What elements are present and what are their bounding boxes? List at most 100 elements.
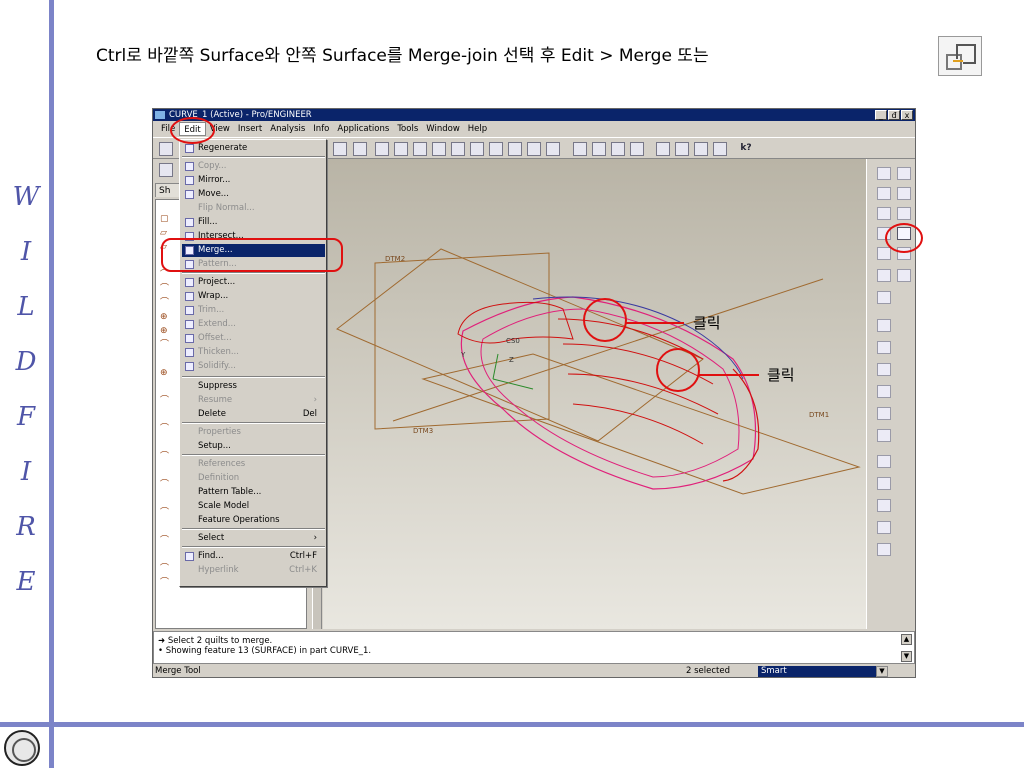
view-manager-icon[interactable] <box>546 142 560 156</box>
tree-item[interactable]: ⌒ <box>160 578 180 588</box>
menu-item-solidify[interactable]: Solidify... <box>182 360 325 373</box>
datum-plane-tool-icon[interactable] <box>877 167 891 180</box>
menu-item-select[interactable]: Select › <box>182 532 325 545</box>
tree-item[interactable]: ⌒ <box>160 536 180 546</box>
close-button[interactable]: x <box>901 110 913 120</box>
menu-item-pattern-table[interactable]: Pattern Table... <box>182 486 325 499</box>
menu-item-wrap[interactable]: Wrap... <box>182 290 325 303</box>
menu-item-references[interactable]: References <box>182 458 325 471</box>
hidden-line-icon[interactable] <box>592 142 606 156</box>
menu-analysis[interactable]: Analysis <box>266 122 309 136</box>
menu-insert[interactable]: Insert <box>234 122 266 136</box>
scroll-up-icon[interactable]: ▲ <box>901 634 912 645</box>
draft-tool-icon[interactable] <box>877 385 891 398</box>
menu-item-properties[interactable]: Properties <box>182 426 325 439</box>
scroll-down-icon[interactable]: ▼ <box>901 651 912 662</box>
menu-item-definition[interactable]: Definition <box>182 472 325 485</box>
tree-item[interactable]: ⊕ <box>160 368 180 378</box>
tree-item[interactable]: ⌒ <box>160 298 180 308</box>
spin-center-icon[interactable] <box>394 142 408 156</box>
context-help-icon[interactable]: k? <box>739 142 753 156</box>
revolve-tool-icon[interactable] <box>877 477 891 490</box>
style-tool-icon[interactable] <box>877 543 891 556</box>
menu-item-extend[interactable]: Extend... <box>182 318 325 331</box>
zoom-out-icon[interactable] <box>451 142 465 156</box>
hole-tool-icon[interactable] <box>877 319 891 332</box>
no-hidden-icon[interactable] <box>611 142 625 156</box>
menu-item-feature-operations[interactable]: Feature Operations <box>182 514 325 527</box>
menu-item-find[interactable]: Find... Ctrl+F <box>182 550 325 563</box>
menu-tools[interactable]: Tools <box>393 122 422 136</box>
tree-options-icon[interactable] <box>159 163 173 177</box>
menu-item-scale-model[interactable]: Scale Model <box>182 500 325 513</box>
rib-tool-icon[interactable] <box>877 363 891 376</box>
pattern-tool-icon[interactable] <box>897 269 911 282</box>
edit-tool-icon[interactable] <box>897 167 911 180</box>
datum-axis-tool-icon[interactable] <box>877 187 891 200</box>
tree-item[interactable]: ⌒ <box>160 452 180 462</box>
tree-item[interactable]: ▢ <box>160 214 180 224</box>
open-icon[interactable] <box>333 142 347 156</box>
shading-icon[interactable] <box>630 142 644 156</box>
tree-item[interactable]: ⌒ <box>160 508 180 518</box>
selection-filter-select[interactable]: Smart <box>758 666 876 677</box>
menu-item-project[interactable]: Project... <box>182 276 325 289</box>
menu-item-setup[interactable]: Setup... <box>182 440 325 453</box>
menu-item-fill[interactable]: Fill... <box>182 216 325 229</box>
reorient-icon[interactable] <box>489 142 503 156</box>
coordinate-systems-icon[interactable] <box>713 142 727 156</box>
graphics-viewport[interactable]: DTM2 DTM3 DTM1 CS0 Y Z <box>323 159 866 629</box>
mirror-tool-icon[interactable] <box>897 187 911 200</box>
round-tool-icon[interactable] <box>877 407 891 420</box>
maximize-button[interactable]: đ <box>888 110 900 120</box>
extrude-tool-icon[interactable] <box>877 455 891 468</box>
refit-icon[interactable] <box>470 142 484 156</box>
menu-item-hyperlink[interactable]: Hyperlink Ctrl+K <box>182 564 325 577</box>
minimize-button[interactable]: _ <box>875 110 887 120</box>
sketch-curve-icon[interactable] <box>877 207 891 220</box>
selection-filter-icon[interactable] <box>353 142 367 156</box>
saved-views-icon[interactable] <box>508 142 522 156</box>
tree-item[interactable]: ⊕ <box>160 312 180 322</box>
datum-planes-icon[interactable] <box>656 142 670 156</box>
datum-axes-icon[interactable] <box>675 142 689 156</box>
zoom-in-icon[interactable] <box>432 142 446 156</box>
shell-tool-icon[interactable] <box>877 341 891 354</box>
tree-item[interactable]: ⌒ <box>160 396 180 406</box>
sweep-tool-icon[interactable] <box>877 499 891 512</box>
tree-item[interactable]: ⊕ <box>160 326 180 336</box>
menu-item-regenerate[interactable]: Regenerate <box>182 142 325 155</box>
tree-item[interactable]: ▱ <box>160 228 180 238</box>
menu-item-flip-normal[interactable]: Flip Normal... <box>182 202 325 215</box>
menu-item-resume[interactable]: Resume › <box>182 394 325 407</box>
analysis-feature-icon[interactable] <box>877 291 891 304</box>
menu-item-copy[interactable]: Copy... <box>182 160 325 173</box>
menu-item-offset[interactable]: Offset... <box>182 332 325 345</box>
datum-point-icon[interactable] <box>877 247 891 260</box>
menu-item-trim[interactable]: Trim... <box>182 304 325 317</box>
tree-item[interactable]: ⌒ <box>160 284 180 294</box>
menu-help[interactable]: Help <box>464 122 491 136</box>
datum-points-icon[interactable] <box>694 142 708 156</box>
menu-window[interactable]: Window <box>422 122 464 136</box>
new-file-icon[interactable] <box>159 142 173 156</box>
chamfer-tool-icon[interactable] <box>877 429 891 442</box>
tree-item[interactable]: ⌒ <box>160 340 180 350</box>
tree-item[interactable]: ⌒ <box>160 480 180 490</box>
chevron-down-icon[interactable]: ▼ <box>876 666 888 677</box>
menu-item-mirror[interactable]: Mirror... <box>182 174 325 187</box>
menu-info[interactable]: Info <box>309 122 333 136</box>
tree-item[interactable]: ⌒ <box>160 424 180 434</box>
message-scroll[interactable]: ▲ ▼ <box>901 634 912 662</box>
wireframe-icon[interactable] <box>573 142 587 156</box>
coordinate-system-icon[interactable] <box>877 269 891 282</box>
orient-icon[interactable] <box>413 142 427 156</box>
repaint-icon[interactable] <box>375 142 389 156</box>
tree-item[interactable]: ⌒ <box>160 564 180 574</box>
move-tool-icon[interactable] <box>897 207 911 220</box>
menu-item-thicken[interactable]: Thicken... <box>182 346 325 359</box>
boundary-blend-icon[interactable] <box>877 521 891 534</box>
menu-item-delete[interactable]: Delete Del <box>182 408 325 421</box>
menu-item-suppress[interactable]: Suppress <box>182 380 325 393</box>
menu-item-move[interactable]: Move... <box>182 188 325 201</box>
